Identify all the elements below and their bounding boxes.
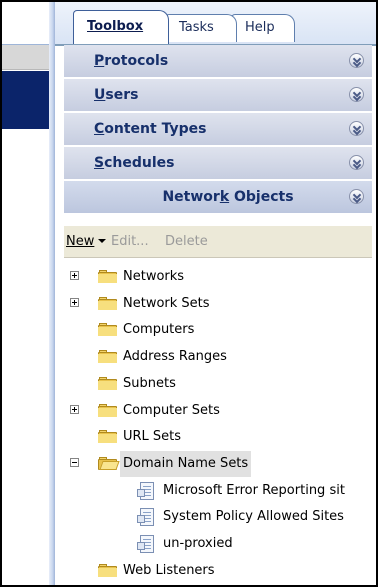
tree-item[interactable]: un-proxied bbox=[64, 531, 372, 557]
section-label-part: Objects bbox=[229, 189, 294, 205]
tree-item-label: Domain Name Sets bbox=[120, 450, 252, 477]
expand-plus-icon[interactable] bbox=[70, 271, 79, 280]
section-users[interactable]: Users bbox=[64, 79, 372, 112]
tree-item-label: Web Listeners bbox=[123, 562, 215, 578]
section-label-part: ontent Types bbox=[104, 121, 207, 137]
delete-button[interactable]: Delete bbox=[165, 226, 208, 257]
tree-item[interactable]: Networks bbox=[64, 264, 372, 290]
tree-item-label: System Policy Allowed Sites bbox=[163, 509, 344, 525]
tree-item-label: Microsoft Error Reporting sit bbox=[163, 482, 345, 498]
expand-plus-icon[interactable] bbox=[70, 297, 79, 307]
section-label-accesskey: U bbox=[94, 87, 106, 103]
folder-icon bbox=[98, 350, 117, 364]
open-folder-icon bbox=[98, 456, 120, 470]
chevron-down-icon[interactable] bbox=[349, 87, 364, 102]
window-frame: Help Tasks Toolbox Protocols Users Content… bbox=[2, 2, 376, 585]
tree-item[interactable]: Microsoft Error Reporting sit bbox=[64, 478, 372, 504]
chevron-down-icon[interactable] bbox=[349, 53, 364, 68]
document-icon bbox=[137, 535, 154, 553]
tab-help[interactable]: Help bbox=[231, 14, 295, 42]
tab-strip: Help Tasks Toolbox bbox=[55, 2, 376, 46]
tree-item[interactable]: Computer Sets bbox=[64, 398, 372, 424]
tree-item-label: un-proxied bbox=[163, 536, 233, 551]
tree-item[interactable]: Computers bbox=[64, 317, 372, 343]
section-content-types[interactable]: Content Types bbox=[64, 113, 372, 146]
section-label: Network Objects bbox=[94, 181, 376, 214]
section-protocols[interactable]: Protocols bbox=[64, 45, 372, 78]
folder-icon bbox=[98, 403, 117, 417]
tree-item-label: Computers bbox=[123, 322, 195, 338]
expand-plus-icon[interactable] bbox=[70, 404, 79, 414]
chevron-down-icon[interactable] bbox=[349, 121, 364, 136]
tree-item-label: Computer Sets bbox=[123, 402, 220, 418]
section-label-accesskey: C bbox=[94, 121, 105, 137]
main-column-header bbox=[2, 45, 49, 70]
section-label-part: Networ bbox=[162, 189, 220, 205]
section-label-part: sers bbox=[105, 87, 139, 103]
collapse-minus-icon[interactable] bbox=[70, 457, 79, 467]
edit-button[interactable]: Edit... bbox=[111, 226, 149, 257]
document-icon bbox=[137, 481, 154, 500]
document-icon bbox=[137, 508, 154, 527]
tab-tasks-label: Tasks bbox=[179, 20, 214, 35]
section-label: Schedules bbox=[94, 147, 174, 180]
tree-item[interactable]: Domain Name Sets bbox=[64, 450, 372, 477]
section-label-accesskey: P bbox=[94, 53, 105, 69]
tree-item[interactable]: Address Ranges bbox=[64, 344, 372, 370]
section-label-accesskey: S bbox=[94, 155, 105, 171]
folder-icon bbox=[98, 430, 117, 444]
tab-toolbox[interactable]: Toolbox bbox=[73, 10, 169, 44]
main-selected-row[interactable] bbox=[2, 71, 49, 129]
main-content-pane bbox=[2, 2, 49, 585]
tree-item[interactable]: System Policy Allowed Sites bbox=[64, 504, 372, 530]
tab-help-label: Help bbox=[245, 20, 275, 35]
chevron-down-icon[interactable] bbox=[349, 155, 364, 170]
tab-toolbox-label: Toolbox bbox=[87, 19, 144, 34]
objects-toolbar: New Edit... Delete bbox=[64, 226, 372, 258]
tree-item[interactable]: URL Sets bbox=[64, 424, 372, 450]
tree-item[interactable]: Web Listeners bbox=[64, 558, 372, 584]
section-label: Content Types bbox=[94, 113, 206, 146]
section-network-objects[interactable]: Network Objects bbox=[64, 181, 372, 214]
section-label-part: chedules bbox=[104, 155, 175, 171]
tree-item-label: URL Sets bbox=[123, 429, 182, 445]
tree-item-label: Network Sets bbox=[123, 295, 210, 311]
section-label-accesskey: k bbox=[219, 189, 230, 205]
tree-item-label: Networks bbox=[123, 269, 185, 284]
network-objects-tree: Networks Network Sets Computers Address Ran… bbox=[64, 258, 372, 585]
folder-icon bbox=[98, 323, 117, 337]
folder-icon bbox=[98, 296, 117, 310]
new-dropdown-arrow-icon[interactable] bbox=[98, 239, 106, 243]
section-label-part: rotocols bbox=[104, 53, 169, 69]
task-pane: Help Tasks Toolbox Protocols Users Content… bbox=[55, 2, 376, 585]
main-header-area bbox=[2, 2, 49, 45]
section-label: Protocols bbox=[94, 45, 168, 78]
tree-item-label: Address Ranges bbox=[123, 349, 227, 365]
tree-item[interactable]: Network Sets bbox=[64, 291, 372, 317]
tree-item-label: Subnets bbox=[123, 375, 176, 391]
new-button[interactable]: New bbox=[66, 226, 94, 257]
chevron-down-icon[interactable] bbox=[349, 189, 364, 204]
section-schedules[interactable]: Schedules bbox=[64, 147, 372, 180]
section-label: Users bbox=[94, 79, 138, 112]
tab-tasks[interactable]: Tasks bbox=[165, 14, 237, 42]
folder-icon bbox=[98, 376, 117, 390]
folder-icon bbox=[98, 270, 117, 283]
folder-icon bbox=[98, 563, 117, 577]
tree-item[interactable]: Subnets bbox=[64, 371, 372, 397]
